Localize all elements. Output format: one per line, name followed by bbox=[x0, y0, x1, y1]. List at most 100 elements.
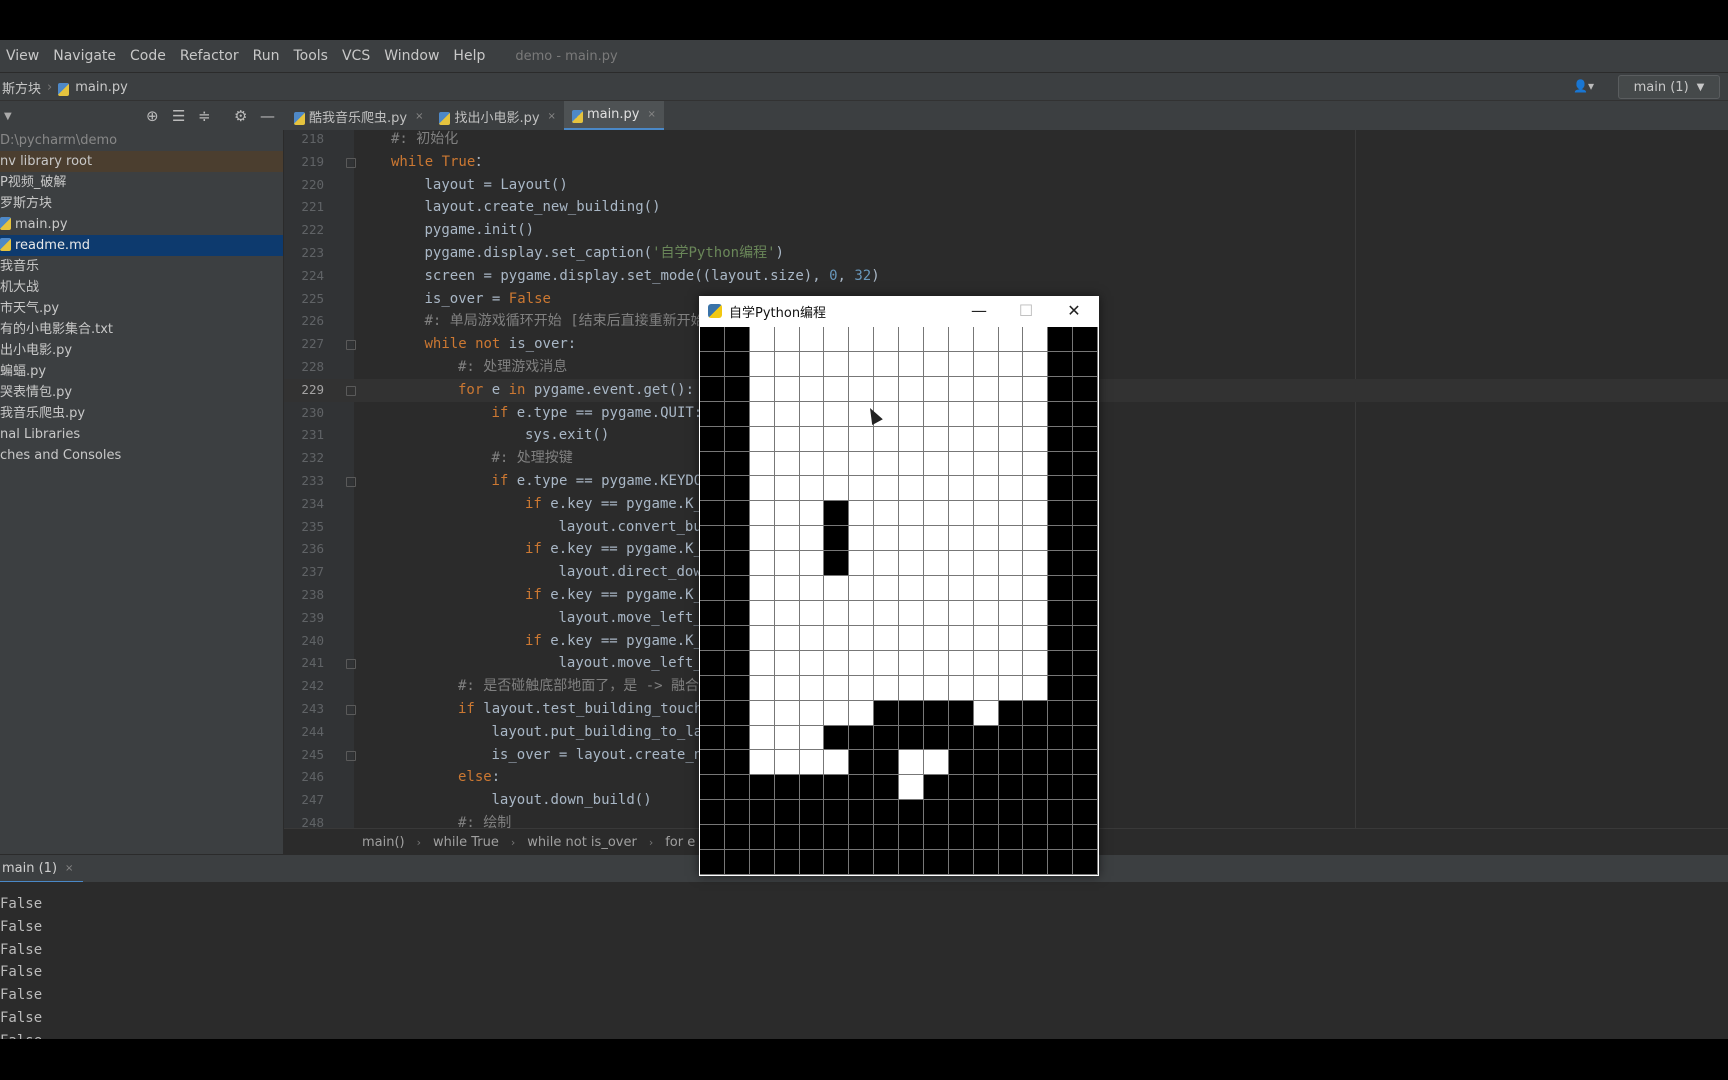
grid-cell bbox=[724, 800, 750, 826]
project-tree-item[interactable]: main.py bbox=[0, 214, 283, 235]
project-tree-item[interactable]: D:\pycharm\demo bbox=[0, 130, 283, 151]
grid-cell bbox=[700, 675, 725, 701]
close-icon[interactable]: × bbox=[415, 111, 423, 122]
project-tree-item[interactable]: 机大战 bbox=[0, 277, 283, 298]
menu-refactor[interactable]: Refactor bbox=[180, 48, 239, 64]
menu-tools[interactable]: Tools bbox=[293, 48, 328, 64]
run-console[interactable]: False False False False False False False bbox=[0, 882, 1728, 1039]
maximize-button[interactable]: ☐ bbox=[1011, 299, 1041, 323]
run-tab[interactable]: main (1) × bbox=[0, 855, 84, 883]
project-dropdown-icon[interactable]: ▼ bbox=[4, 111, 12, 122]
code-text: sys.exit() bbox=[525, 427, 610, 444]
line-number: 232 bbox=[301, 450, 324, 466]
project-tree-item[interactable]: P视频_破解 bbox=[0, 172, 283, 193]
locate-icon[interactable]: ⊕ bbox=[146, 107, 159, 125]
gear-icon[interactable]: ⚙ bbox=[234, 107, 247, 125]
minimize-button[interactable]: — bbox=[964, 299, 994, 323]
run-config-dropdown[interactable]: main (1) ▼ bbox=[1618, 75, 1720, 99]
grid-cell bbox=[899, 426, 924, 452]
grid-cell bbox=[824, 800, 850, 826]
close-icon[interactable]: × bbox=[548, 111, 556, 122]
menu-code[interactable]: Code bbox=[130, 48, 166, 64]
breadcrumb-item[interactable]: while not is_over bbox=[527, 835, 637, 850]
pygame-title-bar[interactable]: 自学Python编程 — ☐ ✕ bbox=[699, 296, 1099, 326]
project-tree-item[interactable]: 我音乐 bbox=[0, 256, 283, 277]
breadcrumb-item[interactable]: while True bbox=[433, 835, 499, 850]
code-line[interactable]: 220 layout = Layout() bbox=[284, 174, 1728, 197]
menu-view[interactable]: View bbox=[6, 48, 39, 64]
project-tree-item[interactable]: nal Libraries bbox=[0, 424, 283, 445]
tab-kuwo-crawler[interactable]: 酷我音乐爬虫.py × bbox=[286, 101, 431, 131]
breadcrumb-item[interactable]: main() bbox=[362, 835, 405, 850]
code-line[interactable]: 218 #: 初始化 bbox=[284, 130, 1728, 151]
project-tree-label: 哭表情包.py bbox=[0, 385, 73, 400]
grid-cell bbox=[874, 775, 899, 801]
project-tree-item[interactable]: 市天气.py bbox=[0, 298, 283, 319]
project-tree-item[interactable]: 罗斯方块 bbox=[0, 193, 283, 214]
menu-window[interactable]: Window bbox=[384, 48, 439, 64]
project-tree-item[interactable]: 有的小电影集合.txt bbox=[0, 319, 283, 340]
code-line[interactable]: 221 layout.create_new_building() bbox=[284, 196, 1728, 219]
user-icon[interactable]: 👤▾ bbox=[1573, 79, 1594, 93]
grid-cell bbox=[998, 327, 1024, 352]
expand-all-icon[interactable]: ☰ bbox=[172, 107, 185, 125]
fold-marker-icon[interactable] bbox=[346, 477, 356, 487]
tab-find-movies[interactable]: 找出小电影.py × bbox=[431, 101, 563, 131]
nav-crumb-file[interactable]: main.py bbox=[75, 80, 128, 95]
hide-icon[interactable]: — bbox=[260, 107, 275, 125]
tetris-grid[interactable] bbox=[700, 327, 1098, 875]
grid-cell bbox=[948, 800, 974, 826]
code-line[interactable]: 223 pygame.display.set_caption('自学Python编… bbox=[284, 242, 1728, 265]
fold-marker-icon[interactable] bbox=[346, 705, 356, 715]
project-tree-item[interactable]: 出小电影.py bbox=[0, 340, 283, 361]
fold-marker-icon[interactable] bbox=[346, 340, 356, 351]
project-tree-item[interactable]: 哭表情包.py bbox=[0, 382, 283, 403]
code-text: for e in pygame.event.get(): bbox=[458, 381, 695, 398]
console-output-line: False bbox=[0, 987, 43, 1004]
python-file-icon bbox=[571, 110, 583, 123]
grid-cell bbox=[948, 601, 974, 626]
grid-cell bbox=[899, 526, 924, 552]
code-line[interactable]: 219 while True： bbox=[284, 151, 1728, 174]
grid-cell bbox=[923, 401, 949, 427]
menu-run[interactable]: Run bbox=[253, 48, 280, 64]
grid-cell bbox=[700, 501, 725, 527]
code-line[interactable]: 224 screen = pygame.display.set_mode((lay… bbox=[284, 265, 1728, 288]
grid-cell bbox=[824, 601, 850, 626]
menu-help[interactable]: Help bbox=[453, 48, 485, 64]
grid-cell bbox=[1048, 750, 1074, 776]
nav-crumb-folder[interactable]: 斯方块 bbox=[2, 78, 41, 97]
project-tree-item[interactable]: nv library root bbox=[0, 151, 283, 172]
collapse-all-icon[interactable]: ≑ bbox=[198, 107, 211, 125]
close-icon[interactable]: × bbox=[65, 863, 73, 874]
grid-cell bbox=[824, 725, 850, 751]
editor-tabs: 酷我音乐爬虫.py × 找出小电影.py × main.py × bbox=[286, 101, 664, 131]
menu-navigate[interactable]: Navigate bbox=[53, 48, 116, 64]
close-icon[interactable]: × bbox=[648, 109, 656, 120]
grid-cell bbox=[948, 451, 974, 477]
project-tree-item[interactable]: 蝙蝠.py bbox=[0, 361, 283, 382]
grid-cell bbox=[948, 327, 974, 352]
project-tree-item[interactable]: 我音乐爬虫.py bbox=[0, 403, 283, 424]
grid-cell bbox=[799, 725, 825, 751]
project-tree-item[interactable]: readme.md bbox=[0, 235, 283, 256]
grid-cell bbox=[874, 650, 899, 676]
fold-marker-icon[interactable] bbox=[346, 385, 356, 396]
grid-cell bbox=[749, 675, 775, 701]
fold-marker-icon[interactable] bbox=[346, 157, 356, 168]
grid-cell bbox=[824, 551, 850, 577]
grid-cell bbox=[874, 675, 899, 701]
grid-cell bbox=[899, 750, 924, 776]
tab-main[interactable]: main.py × bbox=[563, 101, 664, 131]
grid-cell bbox=[973, 476, 999, 502]
breadcrumb-separator: › bbox=[648, 835, 654, 849]
menu-vcs[interactable]: VCS bbox=[342, 48, 370, 64]
fold-marker-icon[interactable] bbox=[346, 750, 356, 761]
project-tree-item[interactable]: ches and Consoles bbox=[0, 445, 283, 466]
grid-cell bbox=[899, 775, 924, 801]
close-button[interactable]: ✕ bbox=[1059, 299, 1089, 323]
grid-cell bbox=[824, 327, 850, 352]
grid-cell bbox=[824, 625, 850, 651]
fold-marker-icon[interactable] bbox=[346, 659, 356, 670]
code-line[interactable]: 222 pygame.init() bbox=[284, 219, 1728, 242]
